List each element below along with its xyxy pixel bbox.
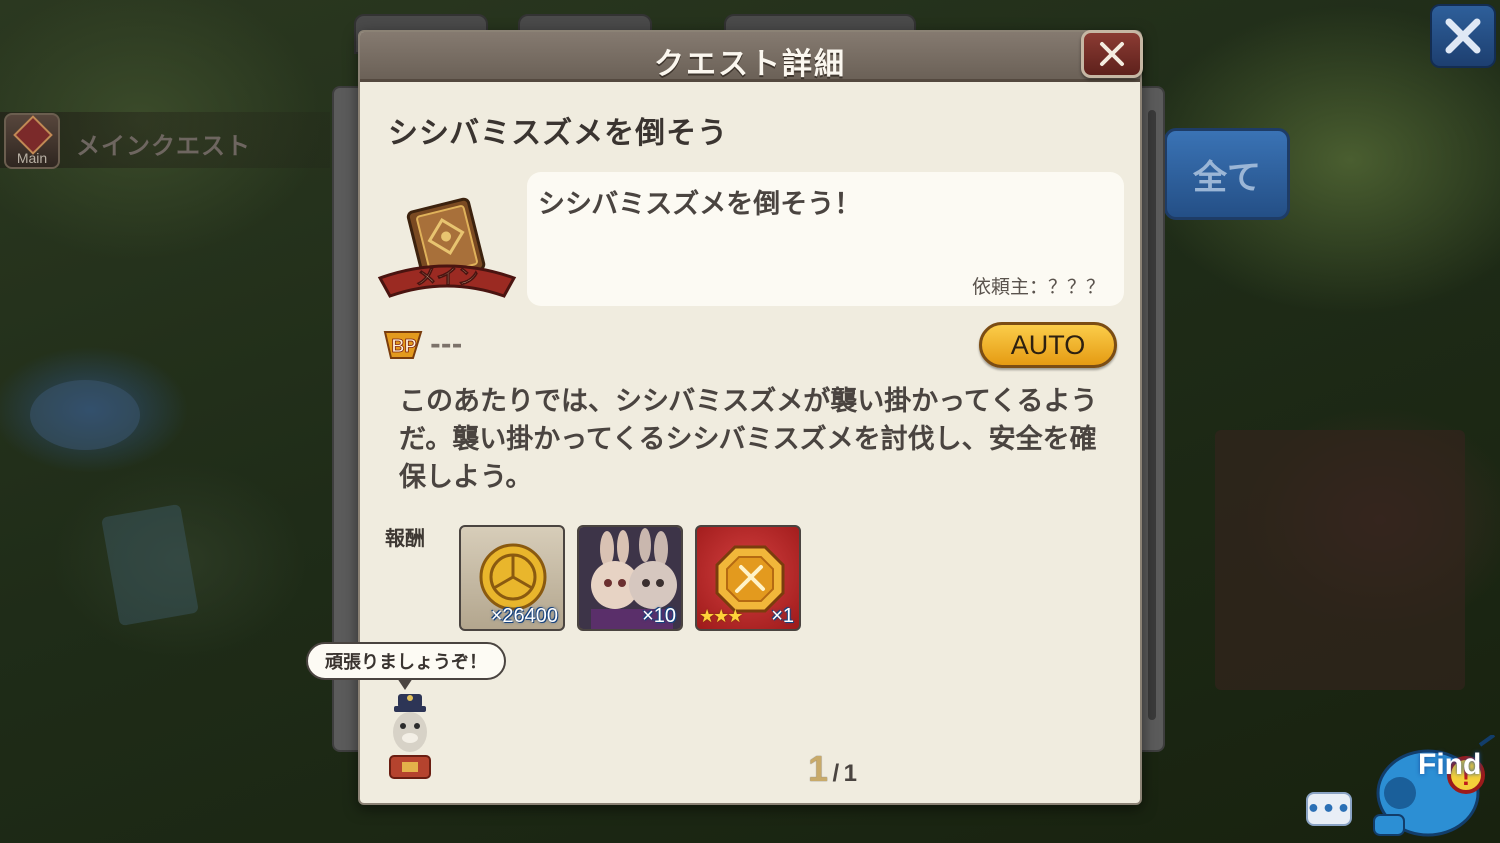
quest-list-scrollbar[interactable] [1148,110,1156,720]
screen-close-button[interactable] [1430,4,1496,68]
side-list-label: メインクエスト [76,132,251,160]
reward-rarity-stars: ★★★ [699,606,743,627]
reward-qty: ×1 [771,605,794,627]
background-rock [30,380,140,450]
badge-label: メイン [416,265,479,289]
quest-description: シシバミスズメを倒そう！ [538,189,862,220]
dialog-header: クエスト詳細 [360,32,1140,82]
book-gem-icon [13,115,53,155]
reward-qty: ×10 [642,605,676,627]
svg-text:BP: BP [391,336,416,356]
reward-item-gold[interactable]: ×26400 [459,525,565,631]
chat-button[interactable]: ••• [1306,792,1352,826]
mascot-speech-bubble: 頑張りましょうぞ！ [306,642,506,680]
page-separator: / [832,760,840,787]
reward-item-medal[interactable]: ★★★ ×1 [695,525,801,631]
dialog-close-button[interactable] [1081,30,1143,78]
close-icon [1100,42,1124,66]
page-total: 1 [843,760,857,787]
quest-body-text: このあたりでは、シシバミスズメが襲い掛かってくるようだ。襲い掛かってくるシシバミ… [399,386,1098,493]
close-icon [1445,18,1481,54]
main-icon-label: Main [16,150,48,166]
reward-label: 報酬 [385,526,425,550]
dialog-title: クエスト詳細 [654,47,846,82]
bp-value: --- [430,330,463,360]
auto-button[interactable]: AUTO [979,322,1117,368]
quest-client: 依頼主：？？？ [972,276,1106,298]
filter-all-button[interactable]: 全て [1164,128,1290,220]
speech-bubble-tail [397,678,413,690]
reward-qty: ×26400 [490,605,558,627]
find-label: Find [1418,748,1482,781]
background-house [1215,430,1465,690]
bp-icon: BP [383,331,423,359]
quest-title: シシバミスズメを倒そう [388,116,729,151]
reward-item-characters[interactable]: ×10 [577,525,683,631]
page-indicator: 1 / 1 [808,748,857,790]
main-quest-book-icon: メイン [377,197,517,298]
main-quest-icon[interactable]: Main [4,113,60,169]
page-current: 1 [808,748,829,789]
mascot-character-icon [389,694,431,779]
chat-icon: ••• [1306,796,1352,822]
